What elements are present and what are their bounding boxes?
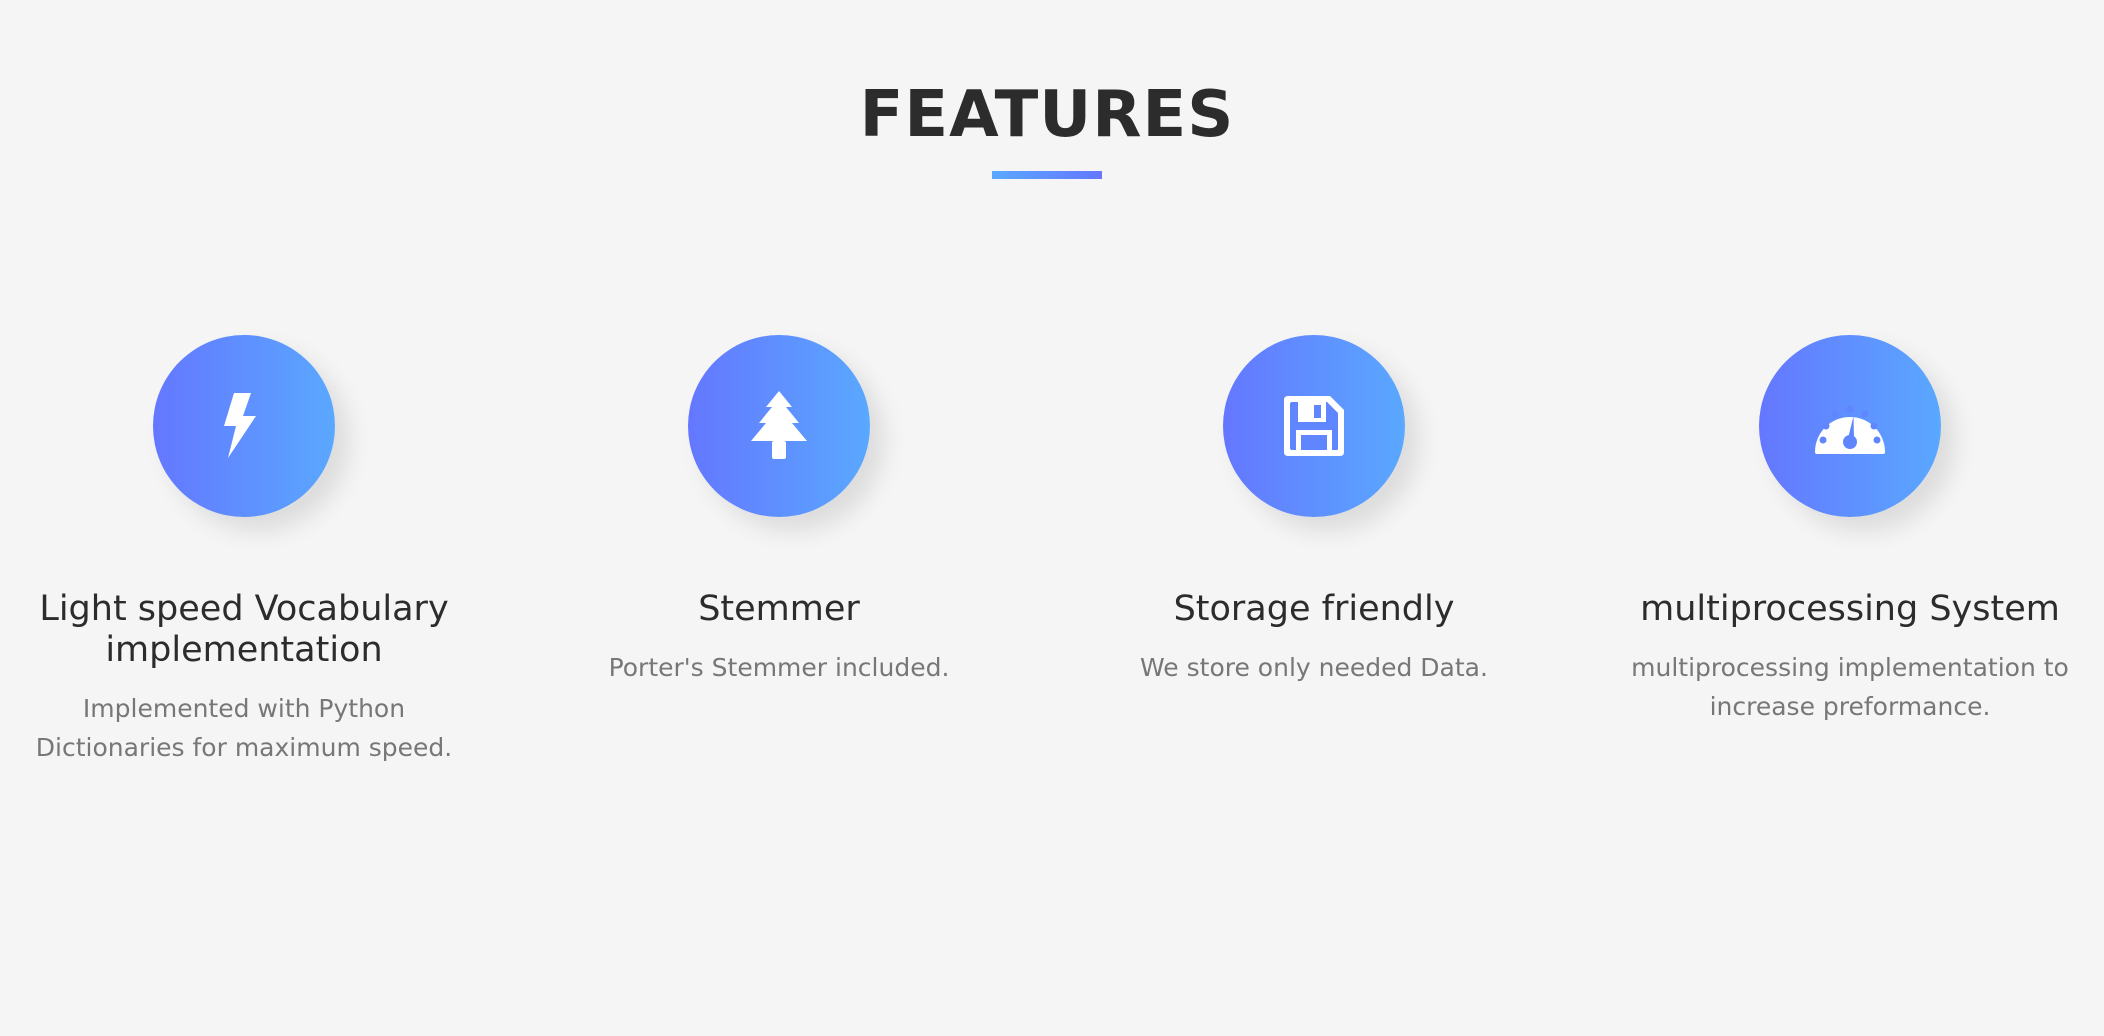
feature-icon-badge — [1223, 335, 1405, 517]
feature-card-storage: Storage friendly We store only needed Da… — [1084, 335, 1544, 687]
feature-title: multiprocessing System — [1640, 589, 2060, 629]
tree-icon — [751, 391, 807, 459]
feature-card-multiprocessing: multiprocessing System multiprocessing i… — [1620, 335, 2080, 726]
section-title: FEATURES — [859, 78, 1235, 152]
feature-description: Implemented with Python Dictionaries for… — [35, 694, 453, 762]
speedometer-icon — [1815, 405, 1885, 454]
feature-icon-badge — [688, 335, 870, 517]
feature-title: Stemmer — [698, 589, 860, 629]
feature-description: multiprocessing implementation to increa… — [1631, 653, 2069, 721]
feature-title: Storage friendly — [1173, 589, 1455, 629]
feature-icon-badge — [153, 335, 335, 517]
feature-description: We store only needed Data. — [1140, 653, 1488, 682]
lightning-bolt-icon — [224, 393, 256, 458]
feature-description: Porter's Stemmer included. — [608, 653, 950, 682]
feature-card-vocabulary: Light speed Vocabulary implementation Im… — [14, 335, 474, 767]
floppy-disk-icon — [1284, 396, 1344, 456]
title-underline — [992, 171, 1102, 179]
features-section: FEATURES Light speed Vocabulary implemen… — [0, 0, 2104, 1036]
feature-card-stemmer: Stemmer Porter's Stemmer included. — [549, 335, 1009, 687]
feature-title: Light speed Vocabulary implementation — [39, 589, 449, 670]
feature-icon-badge — [1759, 335, 1941, 517]
